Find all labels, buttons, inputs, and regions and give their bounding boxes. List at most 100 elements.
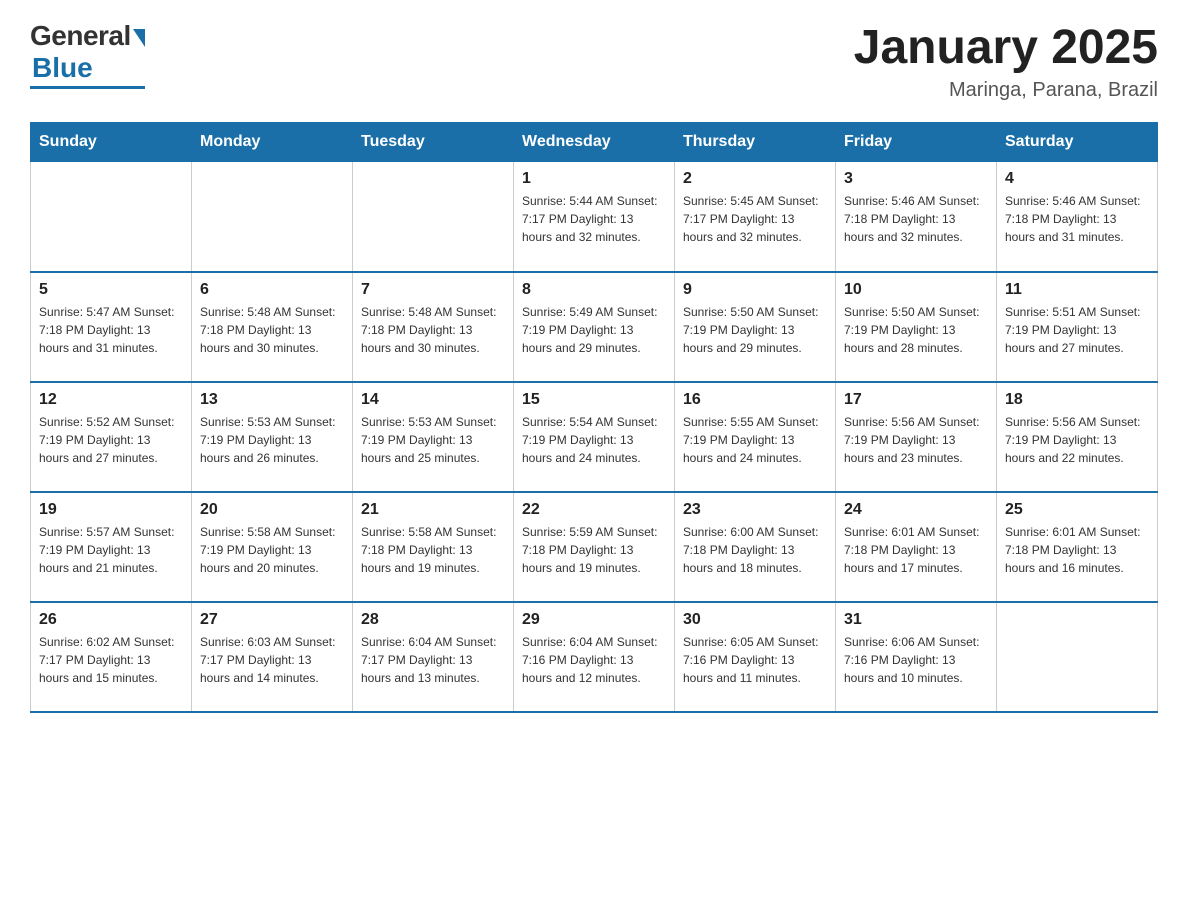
calendar-cell bbox=[192, 162, 353, 272]
calendar-cell: 20 Sunrise: 5:58 AM Sunset: 7:19 PM Dayli… bbox=[192, 492, 353, 602]
column-header-saturday: Saturday bbox=[997, 123, 1158, 162]
day-info: Sunrise: 5:50 AM Sunset: 7:19 PM Dayligh… bbox=[683, 303, 827, 357]
calendar-cell: 11 Sunrise: 5:51 AM Sunset: 7:19 PM Dayli… bbox=[997, 272, 1158, 382]
calendar-cell: 31 Sunrise: 6:06 AM Sunset: 7:16 PM Dayli… bbox=[836, 602, 997, 712]
logo-blue-text: Blue bbox=[32, 52, 93, 84]
day-info: Sunrise: 5:48 AM Sunset: 7:18 PM Dayligh… bbox=[361, 303, 505, 357]
day-info: Sunrise: 5:49 AM Sunset: 7:19 PM Dayligh… bbox=[522, 303, 666, 357]
day-number: 20 bbox=[200, 501, 344, 519]
calendar-cell: 15 Sunrise: 5:54 AM Sunset: 7:19 PM Dayli… bbox=[514, 382, 675, 492]
column-header-tuesday: Tuesday bbox=[353, 123, 514, 162]
calendar-cell: 3 Sunrise: 5:46 AM Sunset: 7:18 PM Daylig… bbox=[836, 162, 997, 272]
day-info: Sunrise: 5:55 AM Sunset: 7:19 PM Dayligh… bbox=[683, 413, 827, 467]
calendar-cell: 13 Sunrise: 5:53 AM Sunset: 7:19 PM Dayli… bbox=[192, 382, 353, 492]
column-header-thursday: Thursday bbox=[675, 123, 836, 162]
day-info: Sunrise: 5:56 AM Sunset: 7:19 PM Dayligh… bbox=[1005, 413, 1149, 467]
calendar-cell: 9 Sunrise: 5:50 AM Sunset: 7:19 PM Daylig… bbox=[675, 272, 836, 382]
day-info: Sunrise: 5:53 AM Sunset: 7:19 PM Dayligh… bbox=[361, 413, 505, 467]
calendar-cell: 17 Sunrise: 5:56 AM Sunset: 7:19 PM Dayli… bbox=[836, 382, 997, 492]
day-info: Sunrise: 5:44 AM Sunset: 7:17 PM Dayligh… bbox=[522, 192, 666, 246]
calendar-header-row: SundayMondayTuesdayWednesdayThursdayFrid… bbox=[31, 123, 1158, 162]
day-info: Sunrise: 5:45 AM Sunset: 7:17 PM Dayligh… bbox=[683, 192, 827, 246]
day-number: 15 bbox=[522, 391, 666, 409]
calendar-cell: 12Sunrise: 5:52 AM Sunset: 7:19 PM Dayli… bbox=[31, 382, 192, 492]
calendar-cell bbox=[353, 162, 514, 272]
day-number: 17 bbox=[844, 391, 988, 409]
calendar-cell: 19Sunrise: 5:57 AM Sunset: 7:19 PM Dayli… bbox=[31, 492, 192, 602]
day-info: Sunrise: 6:04 AM Sunset: 7:17 PM Dayligh… bbox=[361, 633, 505, 687]
day-number: 2 bbox=[683, 170, 827, 188]
day-info: Sunrise: 5:56 AM Sunset: 7:19 PM Dayligh… bbox=[844, 413, 988, 467]
column-header-friday: Friday bbox=[836, 123, 997, 162]
calendar-cell: 1Sunrise: 5:44 AM Sunset: 7:17 PM Daylig… bbox=[514, 162, 675, 272]
day-info: Sunrise: 5:46 AM Sunset: 7:18 PM Dayligh… bbox=[1005, 192, 1149, 246]
column-header-wednesday: Wednesday bbox=[514, 123, 675, 162]
calendar-cell: 29Sunrise: 6:04 AM Sunset: 7:16 PM Dayli… bbox=[514, 602, 675, 712]
calendar-cell: 27Sunrise: 6:03 AM Sunset: 7:17 PM Dayli… bbox=[192, 602, 353, 712]
calendar-cell bbox=[997, 602, 1158, 712]
day-info: Sunrise: 5:47 AM Sunset: 7:18 PM Dayligh… bbox=[39, 303, 183, 357]
day-info: Sunrise: 5:51 AM Sunset: 7:19 PM Dayligh… bbox=[1005, 303, 1149, 357]
logo: General Blue bbox=[30, 20, 145, 89]
day-number: 16 bbox=[683, 391, 827, 409]
calendar-week-row: 1Sunrise: 5:44 AM Sunset: 7:17 PM Daylig… bbox=[31, 162, 1158, 272]
logo-arrow-icon bbox=[133, 29, 145, 47]
day-number: 14 bbox=[361, 391, 505, 409]
day-info: Sunrise: 5:53 AM Sunset: 7:19 PM Dayligh… bbox=[200, 413, 344, 467]
day-number: 21 bbox=[361, 501, 505, 519]
day-info: Sunrise: 6:06 AM Sunset: 7:16 PM Dayligh… bbox=[844, 633, 988, 687]
day-info: Sunrise: 6:01 AM Sunset: 7:18 PM Dayligh… bbox=[1005, 523, 1149, 577]
calendar-cell: 4 Sunrise: 5:46 AM Sunset: 7:18 PM Daylig… bbox=[997, 162, 1158, 272]
day-number: 12 bbox=[39, 391, 183, 409]
calendar-cell: 18 Sunrise: 5:56 AM Sunset: 7:19 PM Dayli… bbox=[997, 382, 1158, 492]
day-info: Sunrise: 5:58 AM Sunset: 7:18 PM Dayligh… bbox=[361, 523, 505, 577]
day-info: Sunrise: 6:03 AM Sunset: 7:17 PM Dayligh… bbox=[200, 633, 344, 687]
calendar-week-row: 5 Sunrise: 5:47 AM Sunset: 7:18 PM Daylig… bbox=[31, 272, 1158, 382]
calendar-cell: 24Sunrise: 6:01 AM Sunset: 7:18 PM Dayli… bbox=[836, 492, 997, 602]
day-info: Sunrise: 6:02 AM Sunset: 7:17 PM Dayligh… bbox=[39, 633, 183, 687]
calendar-cell: 30 Sunrise: 6:05 AM Sunset: 7:16 PM Dayli… bbox=[675, 602, 836, 712]
calendar-week-row: 19Sunrise: 5:57 AM Sunset: 7:19 PM Dayli… bbox=[31, 492, 1158, 602]
title-block: January 2025 Maringa, Parana, Brazil bbox=[854, 20, 1158, 102]
calendar-cell: 16 Sunrise: 5:55 AM Sunset: 7:19 PM Dayli… bbox=[675, 382, 836, 492]
calendar-title: January 2025 bbox=[854, 20, 1158, 75]
day-number: 24 bbox=[844, 501, 988, 519]
day-number: 23 bbox=[683, 501, 827, 519]
day-info: Sunrise: 5:46 AM Sunset: 7:18 PM Dayligh… bbox=[844, 192, 988, 246]
day-number: 3 bbox=[844, 170, 988, 188]
day-number: 22 bbox=[522, 501, 666, 519]
day-info: Sunrise: 5:54 AM Sunset: 7:19 PM Dayligh… bbox=[522, 413, 666, 467]
calendar-cell: 2 Sunrise: 5:45 AM Sunset: 7:17 PM Daylig… bbox=[675, 162, 836, 272]
day-number: 8 bbox=[522, 281, 666, 299]
day-number: 19 bbox=[39, 501, 183, 519]
calendar-cell: 21 Sunrise: 5:58 AM Sunset: 7:18 PM Dayli… bbox=[353, 492, 514, 602]
day-number: 7 bbox=[361, 281, 505, 299]
calendar-table: SundayMondayTuesdayWednesdayThursdayFrid… bbox=[30, 122, 1158, 713]
calendar-cell: 23Sunrise: 6:00 AM Sunset: 7:18 PM Dayli… bbox=[675, 492, 836, 602]
calendar-cell: 10 Sunrise: 5:50 AM Sunset: 7:19 PM Dayli… bbox=[836, 272, 997, 382]
calendar-cell: 7 Sunrise: 5:48 AM Sunset: 7:18 PM Daylig… bbox=[353, 272, 514, 382]
day-info: Sunrise: 5:58 AM Sunset: 7:19 PM Dayligh… bbox=[200, 523, 344, 577]
calendar-cell: 22 Sunrise: 5:59 AM Sunset: 7:18 PM Dayli… bbox=[514, 492, 675, 602]
calendar-cell: 6Sunrise: 5:48 AM Sunset: 7:18 PM Daylig… bbox=[192, 272, 353, 382]
calendar-cell bbox=[31, 162, 192, 272]
day-number: 9 bbox=[683, 281, 827, 299]
day-info: Sunrise: 6:05 AM Sunset: 7:16 PM Dayligh… bbox=[683, 633, 827, 687]
day-number: 10 bbox=[844, 281, 988, 299]
day-number: 31 bbox=[844, 611, 988, 629]
day-number: 29 bbox=[522, 611, 666, 629]
calendar-week-row: 26Sunrise: 6:02 AM Sunset: 7:17 PM Dayli… bbox=[31, 602, 1158, 712]
day-number: 5 bbox=[39, 281, 183, 299]
calendar-cell: 26Sunrise: 6:02 AM Sunset: 7:17 PM Dayli… bbox=[31, 602, 192, 712]
day-info: Sunrise: 5:59 AM Sunset: 7:18 PM Dayligh… bbox=[522, 523, 666, 577]
day-number: 18 bbox=[1005, 391, 1149, 409]
column-header-sunday: Sunday bbox=[31, 123, 192, 162]
day-number: 30 bbox=[683, 611, 827, 629]
day-number: 28 bbox=[361, 611, 505, 629]
day-number: 13 bbox=[200, 391, 344, 409]
day-info: Sunrise: 5:50 AM Sunset: 7:19 PM Dayligh… bbox=[844, 303, 988, 357]
calendar-week-row: 12Sunrise: 5:52 AM Sunset: 7:19 PM Dayli… bbox=[31, 382, 1158, 492]
day-number: 4 bbox=[1005, 170, 1149, 188]
day-number: 11 bbox=[1005, 281, 1149, 299]
logo-underline bbox=[30, 86, 145, 89]
